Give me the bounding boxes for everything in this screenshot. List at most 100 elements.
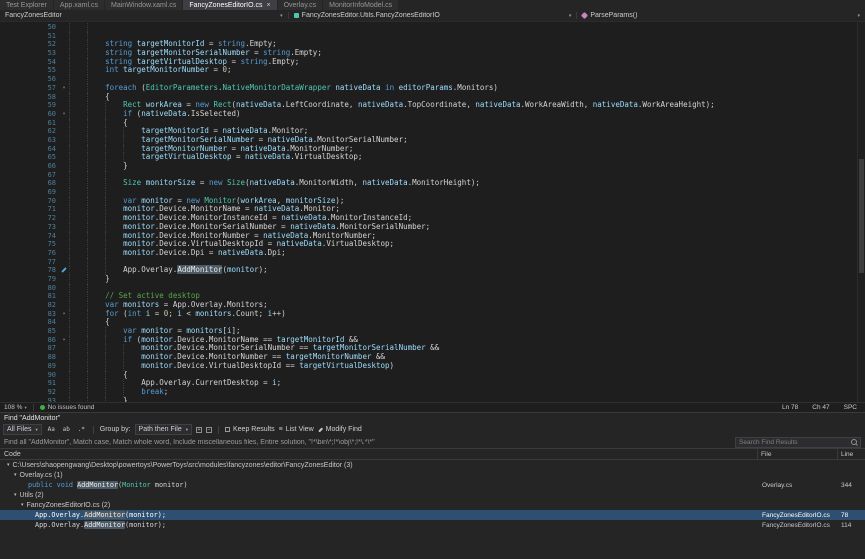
tab-test-explorer[interactable]: Test Explorer bbox=[0, 0, 53, 10]
search-results-box[interactable] bbox=[735, 437, 861, 448]
line-number[interactable]: 56 bbox=[0, 75, 59, 84]
navbar-type-dropdown[interactable]: FancyZonesEditor.Utils.FancyZonesEditorI… bbox=[289, 10, 577, 21]
line-number[interactable]: 52 bbox=[0, 40, 59, 49]
keep-results-toggle[interactable]: Keep Results bbox=[225, 426, 275, 433]
code-line-63[interactable]: 63targetMonitorSerialNumber = nativeData… bbox=[0, 136, 857, 145]
code-line-88[interactable]: 88monitor.Device.MonitorNumber == target… bbox=[0, 353, 857, 362]
line-number[interactable]: 57 bbox=[0, 84, 59, 93]
scope-dropdown[interactable]: All Files ▾ bbox=[3, 424, 42, 435]
line-number[interactable]: 83 bbox=[0, 310, 59, 319]
code-line-50[interactable]: 50 bbox=[0, 23, 857, 32]
find-result-row[interactable]: public void AddMonitor(Monitor monitor)O… bbox=[0, 480, 865, 490]
line-number[interactable]: 51 bbox=[0, 32, 59, 41]
line-number[interactable]: 58 bbox=[0, 93, 59, 102]
line-number[interactable]: 76 bbox=[0, 249, 59, 258]
group-by-dropdown[interactable]: Path then File ▾ bbox=[135, 424, 192, 435]
line-number[interactable]: 50 bbox=[0, 23, 59, 32]
chevron-expanded-icon[interactable]: ▾ bbox=[21, 502, 24, 508]
code-line-92[interactable]: 92break; bbox=[0, 388, 857, 397]
code-line-62[interactable]: 62targetMonitorId = nativeData.Monitor; bbox=[0, 127, 857, 136]
line-number[interactable]: 70 bbox=[0, 197, 59, 206]
chevron-expanded-icon[interactable]: ▾ bbox=[14, 472, 17, 478]
tab-mainwindow-xaml-cs[interactable]: MainWindow.xaml.cs bbox=[105, 0, 182, 10]
fold-chevron-icon[interactable]: ▾ bbox=[59, 84, 69, 93]
line-number[interactable]: 59 bbox=[0, 101, 59, 110]
code-line-61[interactable]: 61{ bbox=[0, 119, 857, 128]
regex-button[interactable]: .* bbox=[76, 425, 87, 434]
find-result-group[interactable]: ▾Overlay.cs (1) bbox=[0, 470, 865, 480]
vertical-scrollbar[interactable] bbox=[857, 22, 865, 402]
line-number[interactable]: 84 bbox=[0, 318, 59, 327]
line-number[interactable]: 72 bbox=[0, 214, 59, 223]
document-health-indicator[interactable]: No issues found bbox=[40, 404, 95, 411]
code-line-90[interactable]: 90{ bbox=[0, 371, 857, 380]
line-number[interactable]: 55 bbox=[0, 66, 59, 75]
code-line-89[interactable]: 89monitor.Device.VirtualDesktopId == tar… bbox=[0, 362, 857, 371]
chevron-expanded-icon[interactable]: ▾ bbox=[7, 462, 10, 468]
line-number[interactable]: 77 bbox=[0, 258, 59, 267]
code-line-78[interactable]: 78App.Overlay.AddMonitor(monitor); bbox=[0, 266, 857, 275]
expand-all-icon[interactable]: + bbox=[196, 427, 202, 433]
fold-chevron-icon[interactable]: ▾ bbox=[59, 310, 69, 319]
code-line-91[interactable]: 91App.Overlay.CurrentDesktop = i; bbox=[0, 379, 857, 388]
line-number[interactable]: 66 bbox=[0, 162, 59, 171]
line-number[interactable]: 62 bbox=[0, 127, 59, 136]
line-number[interactable]: 87 bbox=[0, 344, 59, 353]
line-number[interactable]: 86 bbox=[0, 336, 59, 345]
code-line-55[interactable]: 55int targetMonitorNumber = 0; bbox=[0, 66, 857, 75]
code-line-64[interactable]: 64targetMonitorNumber = nativeData.Monit… bbox=[0, 145, 857, 154]
line-number[interactable]: 91 bbox=[0, 379, 59, 388]
line-number[interactable]: 53 bbox=[0, 49, 59, 58]
line-number[interactable]: 69 bbox=[0, 188, 59, 197]
tab-monitorinfomodel-cs[interactable]: MonitorInfoModel.cs bbox=[323, 0, 398, 10]
modify-find-button[interactable]: Modify Find bbox=[318, 426, 362, 433]
navbar-project-dropdown[interactable]: FancyZonesEditor ▾ bbox=[0, 10, 288, 21]
navbar-member-dropdown[interactable]: ParseParams() ▾ bbox=[577, 10, 865, 21]
code-line-76[interactable]: 76monitor.Device.Dpi = nativeData.Dpi; bbox=[0, 249, 857, 258]
line-number[interactable]: 61 bbox=[0, 119, 59, 128]
tab-overlay-cs[interactable]: Overlay.cs bbox=[278, 0, 323, 10]
find-result-group[interactable]: ▾Utils (2) bbox=[0, 490, 865, 500]
line-number[interactable]: 90 bbox=[0, 371, 59, 380]
find-result-row[interactable]: App.Overlay.AddMonitor(monitor);FancyZon… bbox=[0, 520, 865, 530]
column-header-file[interactable]: File bbox=[758, 449, 838, 459]
code-line-65[interactable]: 65targetVirtualDesktop = nativeData.Virt… bbox=[0, 153, 857, 162]
line-number[interactable]: 75 bbox=[0, 240, 59, 249]
match-case-button[interactable]: Aa bbox=[46, 425, 57, 434]
line-number[interactable]: 81 bbox=[0, 292, 59, 301]
line-number[interactable]: 54 bbox=[0, 58, 59, 67]
line-number[interactable]: 64 bbox=[0, 145, 59, 154]
line-number[interactable]: 85 bbox=[0, 327, 59, 336]
line-number[interactable]: 74 bbox=[0, 232, 59, 241]
column-header-code[interactable]: Code bbox=[0, 449, 758, 459]
scrollbar-thumb[interactable] bbox=[859, 159, 864, 273]
code-line-66[interactable]: 66} bbox=[0, 162, 857, 171]
column-header-line[interactable]: Line bbox=[838, 449, 865, 459]
code-line-83[interactable]: 83▾for (int i = 0; i < monitors.Count; i… bbox=[0, 310, 857, 319]
search-find-results-input[interactable] bbox=[739, 439, 849, 446]
line-number[interactable]: 92 bbox=[0, 388, 59, 397]
fold-chevron-icon[interactable]: ▾ bbox=[59, 336, 69, 345]
code-line-60[interactable]: 60▾if (nativeData.IsSelected) bbox=[0, 110, 857, 119]
chevron-expanded-icon[interactable]: ▾ bbox=[14, 492, 17, 498]
tab-fancyzoneseditorio-cs[interactable]: FancyZonesEditorIO.cs× bbox=[183, 0, 276, 10]
line-number[interactable]: 71 bbox=[0, 205, 59, 214]
line-number[interactable]: 63 bbox=[0, 136, 59, 145]
line-number[interactable]: 68 bbox=[0, 179, 59, 188]
line-number[interactable]: 82 bbox=[0, 301, 59, 310]
line-number[interactable]: 89 bbox=[0, 362, 59, 371]
line-number[interactable]: 79 bbox=[0, 275, 59, 284]
find-result-row[interactable]: App.Overlay.AddMonitor(monitor);FancyZon… bbox=[0, 510, 865, 520]
close-tab-icon[interactable]: × bbox=[266, 2, 270, 9]
find-result-group[interactable]: ▾FancyZonesEditorIO.cs (2) bbox=[0, 500, 865, 510]
match-whole-word-button[interactable]: ab bbox=[61, 425, 72, 434]
line-number[interactable]: 78 bbox=[0, 266, 59, 275]
code-line-79[interactable]: 79} bbox=[0, 275, 857, 284]
zoom-control[interactable]: 108 % ▾ bbox=[4, 404, 27, 411]
code-area[interactable]: 505152string targetMonitorId = string.Em… bbox=[0, 22, 857, 402]
tab-app-xaml-cs[interactable]: App.xaml.cs bbox=[54, 0, 104, 10]
line-number[interactable]: 80 bbox=[0, 284, 59, 293]
code-line-87[interactable]: 87monitor.Device.MonitorSerialNumber == … bbox=[0, 344, 857, 353]
list-view-toggle[interactable]: ≡ List View bbox=[279, 426, 314, 433]
line-number[interactable]: 73 bbox=[0, 223, 59, 232]
